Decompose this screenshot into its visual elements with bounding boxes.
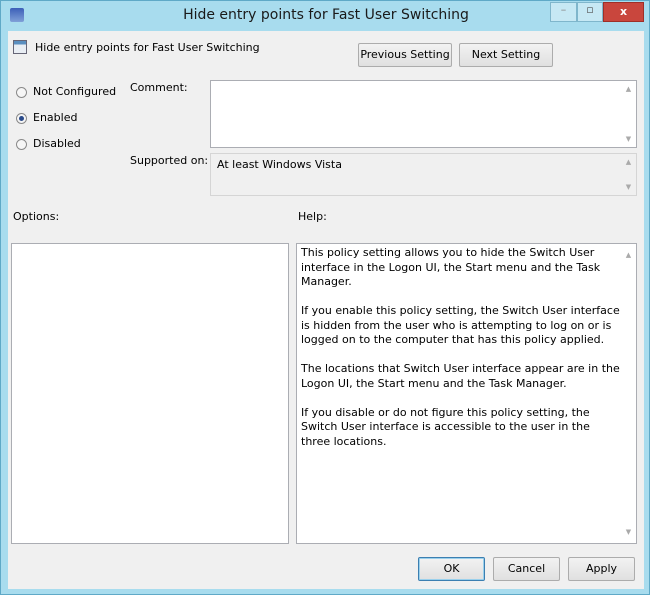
radio-label: Enabled [33, 111, 78, 124]
help-label: Help: [298, 210, 327, 223]
next-setting-button[interactable]: Next Setting [459, 43, 553, 67]
radio-disabled[interactable] [16, 139, 27, 150]
help-paragraph: The locations that Switch User interface… [301, 362, 620, 390]
policy-icon [13, 40, 27, 54]
previous-setting-button[interactable]: Previous Setting [358, 43, 452, 67]
cancel-button[interactable]: Cancel [493, 557, 560, 581]
help-pane: This policy setting allows you to hide t… [296, 243, 637, 544]
options-label: Options: [13, 210, 60, 223]
help-paragraph: This policy setting allows you to hide t… [301, 246, 601, 288]
radio-not-configured[interactable] [16, 87, 27, 98]
maximize-button[interactable]: ▫ [577, 2, 603, 22]
supported-value: At least Windows Vista [217, 158, 342, 171]
supported-label: Supported on: [130, 154, 209, 167]
radio-label: Not Configured [33, 85, 117, 98]
radio-enabled[interactable] [16, 113, 27, 124]
scrollbar[interactable]: ▲ ▼ [621, 244, 636, 543]
close-button[interactable]: x [603, 2, 644, 22]
scrollbar[interactable]: ▲ ▼ [621, 154, 636, 195]
dialog-window: Hide entry points for Fast User Switchin… [0, 0, 650, 595]
comment-label: Comment: [130, 81, 188, 94]
setting-name: Hide entry points for Fast User Switchin… [35, 41, 260, 54]
scrollbar[interactable]: ▲ ▼ [621, 81, 636, 147]
dialog-client: Hide entry points for Fast User Switchin… [8, 31, 644, 589]
options-pane [11, 243, 289, 544]
help-paragraph: If you enable this policy setting, the S… [301, 304, 620, 346]
ok-button[interactable]: OK [418, 557, 485, 581]
supported-field: At least Windows Vista ▲ ▼ [210, 153, 637, 196]
comment-input[interactable]: ▲ ▼ [210, 80, 637, 148]
minimize-button[interactable]: – [550, 2, 577, 22]
apply-button[interactable]: Apply [568, 557, 635, 581]
radio-label: Disabled [33, 137, 81, 150]
help-paragraph: If you disable or do not figure this pol… [301, 405, 590, 448]
